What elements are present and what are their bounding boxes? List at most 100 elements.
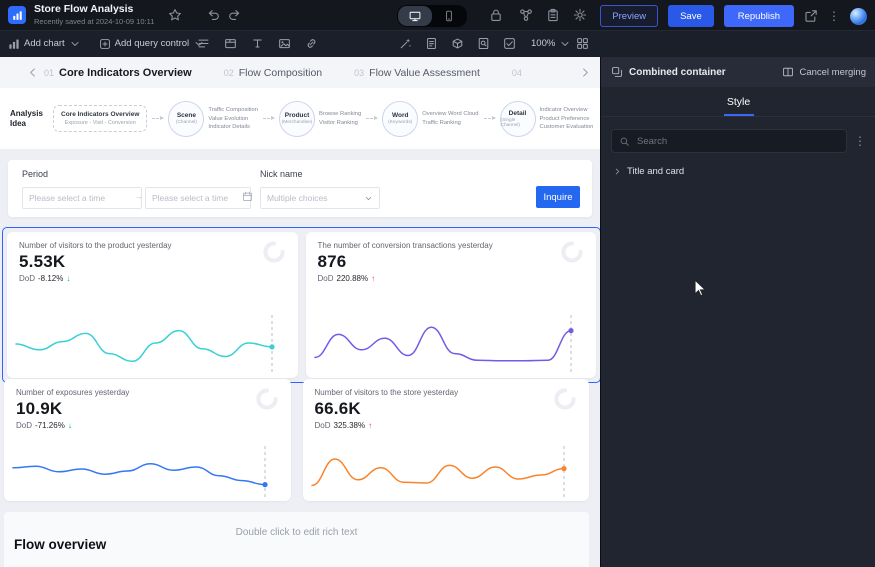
search-more-icon[interactable]: ⋮: [854, 135, 866, 147]
query-panel[interactable]: Period Nick name Please select a time → …: [8, 160, 592, 217]
flow-node-items: Overview Word CloudTraffic Ranking: [422, 111, 478, 126]
material-box-icon[interactable]: [451, 37, 464, 50]
favorite-star-icon[interactable]: [168, 8, 182, 22]
collaboration-icon[interactable]: [519, 8, 533, 22]
tab-label: Flow Composition: [239, 67, 322, 79]
period-start-input[interactable]: Please select a time: [22, 187, 142, 209]
flow-node-items: Browse RankingVisitor Ranking: [319, 111, 361, 126]
link-widget-icon[interactable]: [305, 37, 318, 50]
kpi-value: 66.6K: [315, 399, 578, 419]
tab-container-icon[interactable]: [224, 37, 237, 50]
add-chart-button[interactable]: Add chart: [8, 38, 81, 50]
text-widget-icon[interactable]: [251, 37, 264, 50]
flow-start-node: Core Indicators Overview Exposure - Visi…: [53, 105, 147, 132]
kpi-row-2: Number of exposures yesterday 10.9K DoD …: [4, 379, 589, 501]
image-widget-icon[interactable]: [278, 37, 291, 50]
settings-gear-icon[interactable]: [573, 8, 587, 22]
period-end-input[interactable]: Please select a time: [145, 187, 251, 209]
panel-title: Combined container: [629, 67, 726, 78]
open-share-icon[interactable]: [804, 9, 818, 23]
republish-button[interactable]: Republish: [724, 5, 794, 27]
tab-flow-composition[interactable]: 02 Flow Composition: [224, 67, 322, 79]
nickname-label: Nick name: [260, 169, 303, 179]
tab-core-indicators-overview[interactable]: 01 Core Indicators Overview: [44, 67, 192, 79]
save-status: Recently saved at 2024-10-09 10:11: [34, 17, 154, 26]
app-logo[interactable]: [8, 6, 26, 24]
flow-node-subtitle: (Keywords): [388, 120, 412, 125]
cancel-merging-button[interactable]: Cancel merging: [782, 66, 866, 78]
preview-button[interactable]: Preview: [600, 5, 658, 27]
dashboard-canvas[interactable]: 01 Core Indicators Overview 02 Flow Comp…: [0, 57, 600, 567]
beautify-wand-icon[interactable]: [399, 37, 412, 50]
mobile-view-toggle[interactable]: [432, 6, 466, 26]
search-input[interactable]: [635, 135, 839, 148]
combined-container-selected[interactable]: Number of visitors to the product yester…: [2, 227, 600, 383]
flow-node: Product(Merchandise)Browse RankingVisito…: [279, 101, 361, 137]
flow-node-title: Scene: [177, 112, 196, 119]
decorative-mark-icon: [255, 387, 279, 411]
kpi-value: 876: [318, 252, 585, 272]
flow-node-title: Detail: [509, 110, 527, 117]
kpi-sparkline: [13, 315, 292, 375]
flow-node-item: Traffic Ranking: [422, 120, 478, 126]
tabs-next-icon[interactable]: [579, 66, 592, 79]
dod-value: -8.12%: [38, 274, 63, 283]
add-chart-icon: [8, 38, 20, 50]
tab-number: 01: [44, 68, 54, 78]
inquire-button[interactable]: Inquire: [536, 186, 580, 208]
tab-number: 04: [512, 68, 522, 78]
flow-node-item: Indicator Overview: [540, 107, 594, 113]
flow-node-item: Value Evolution: [208, 116, 258, 122]
decorative-mark-icon: [560, 240, 584, 264]
section-title-and-card[interactable]: Title and card: [613, 166, 864, 177]
tab-04[interactable]: 04: [512, 68, 522, 78]
inspect-doc-icon[interactable]: [477, 37, 490, 50]
trend-arrow-icon: ↑: [368, 421, 372, 430]
topbar-actions: Preview Save Republish ⋮: [600, 5, 867, 27]
flow-arrow-icon: [366, 118, 377, 119]
kpi-title: Number of visitors to the store yesterda…: [315, 388, 578, 397]
section-title: Flow overview: [14, 537, 106, 552]
kpi-card-product-visitors[interactable]: Number of visitors to the product yester…: [7, 232, 298, 378]
nickname-select[interactable]: Multiple choices: [260, 187, 380, 209]
kpi-card-conversion-transactions[interactable]: The number of conversion transactions ye…: [306, 232, 597, 378]
desktop-view-toggle[interactable]: [398, 6, 432, 26]
rich-text-widget[interactable]: Double click to edit rich text Flow over…: [4, 512, 589, 567]
combined-container-icon: [611, 66, 623, 78]
calendar-icon: [242, 191, 253, 202]
device-toggle[interactable]: [397, 5, 467, 27]
tabs-prev-icon[interactable]: [26, 66, 39, 79]
add-query-control-button[interactable]: Add query control: [99, 38, 205, 50]
add-chart-label: Add chart: [24, 38, 65, 49]
kpi-card-exposures[interactable]: Number of exposures yesterday 10.9K DoD …: [4, 379, 291, 501]
flow-node-subtitle: (Channel): [176, 120, 197, 125]
kpi-sparkline: [312, 315, 591, 375]
tab-style[interactable]: Style: [727, 87, 750, 116]
settings-panel: Combined container Cancel merging Style …: [600, 57, 875, 567]
clipboard-icon[interactable]: [546, 8, 560, 22]
avatar[interactable]: [850, 8, 867, 25]
more-menu-icon[interactable]: ⋮: [828, 10, 840, 22]
search-box[interactable]: [611, 129, 847, 153]
grid-toggle-icon[interactable]: [576, 37, 589, 50]
panel-search-row: ⋮: [611, 129, 866, 153]
flow-node: Scene(Channel)Traffic CompositionValue E…: [168, 101, 258, 137]
undo-icon[interactable]: [206, 8, 220, 22]
checklist-icon[interactable]: [503, 37, 516, 50]
app-window: Store Flow Analysis Recently saved at 20…: [0, 0, 875, 567]
save-button[interactable]: Save: [668, 5, 714, 27]
report-doc-icon[interactable]: [425, 37, 438, 50]
analysis-flow-widget[interactable]: Analysis Idea Core Indicators Overview E…: [0, 88, 600, 149]
tab-flow-value-assessment[interactable]: 03 Flow Value Assessment: [354, 67, 480, 79]
tab-number: 03: [354, 68, 364, 78]
outline-list-icon[interactable]: [197, 37, 210, 50]
flow-node-item: Indicator Details: [208, 124, 258, 130]
kpi-card-store-visitors[interactable]: Number of visitors to the store yesterda…: [303, 379, 590, 501]
phone-icon: [443, 10, 455, 22]
zoom-select[interactable]: 100%: [531, 38, 571, 50]
dod-label: DoD: [318, 274, 334, 283]
lock-icon[interactable]: [489, 8, 503, 22]
panel-header: Combined container Cancel merging: [601, 57, 875, 87]
redo-icon[interactable]: [228, 8, 242, 22]
kpi-sparkline: [10, 446, 285, 498]
